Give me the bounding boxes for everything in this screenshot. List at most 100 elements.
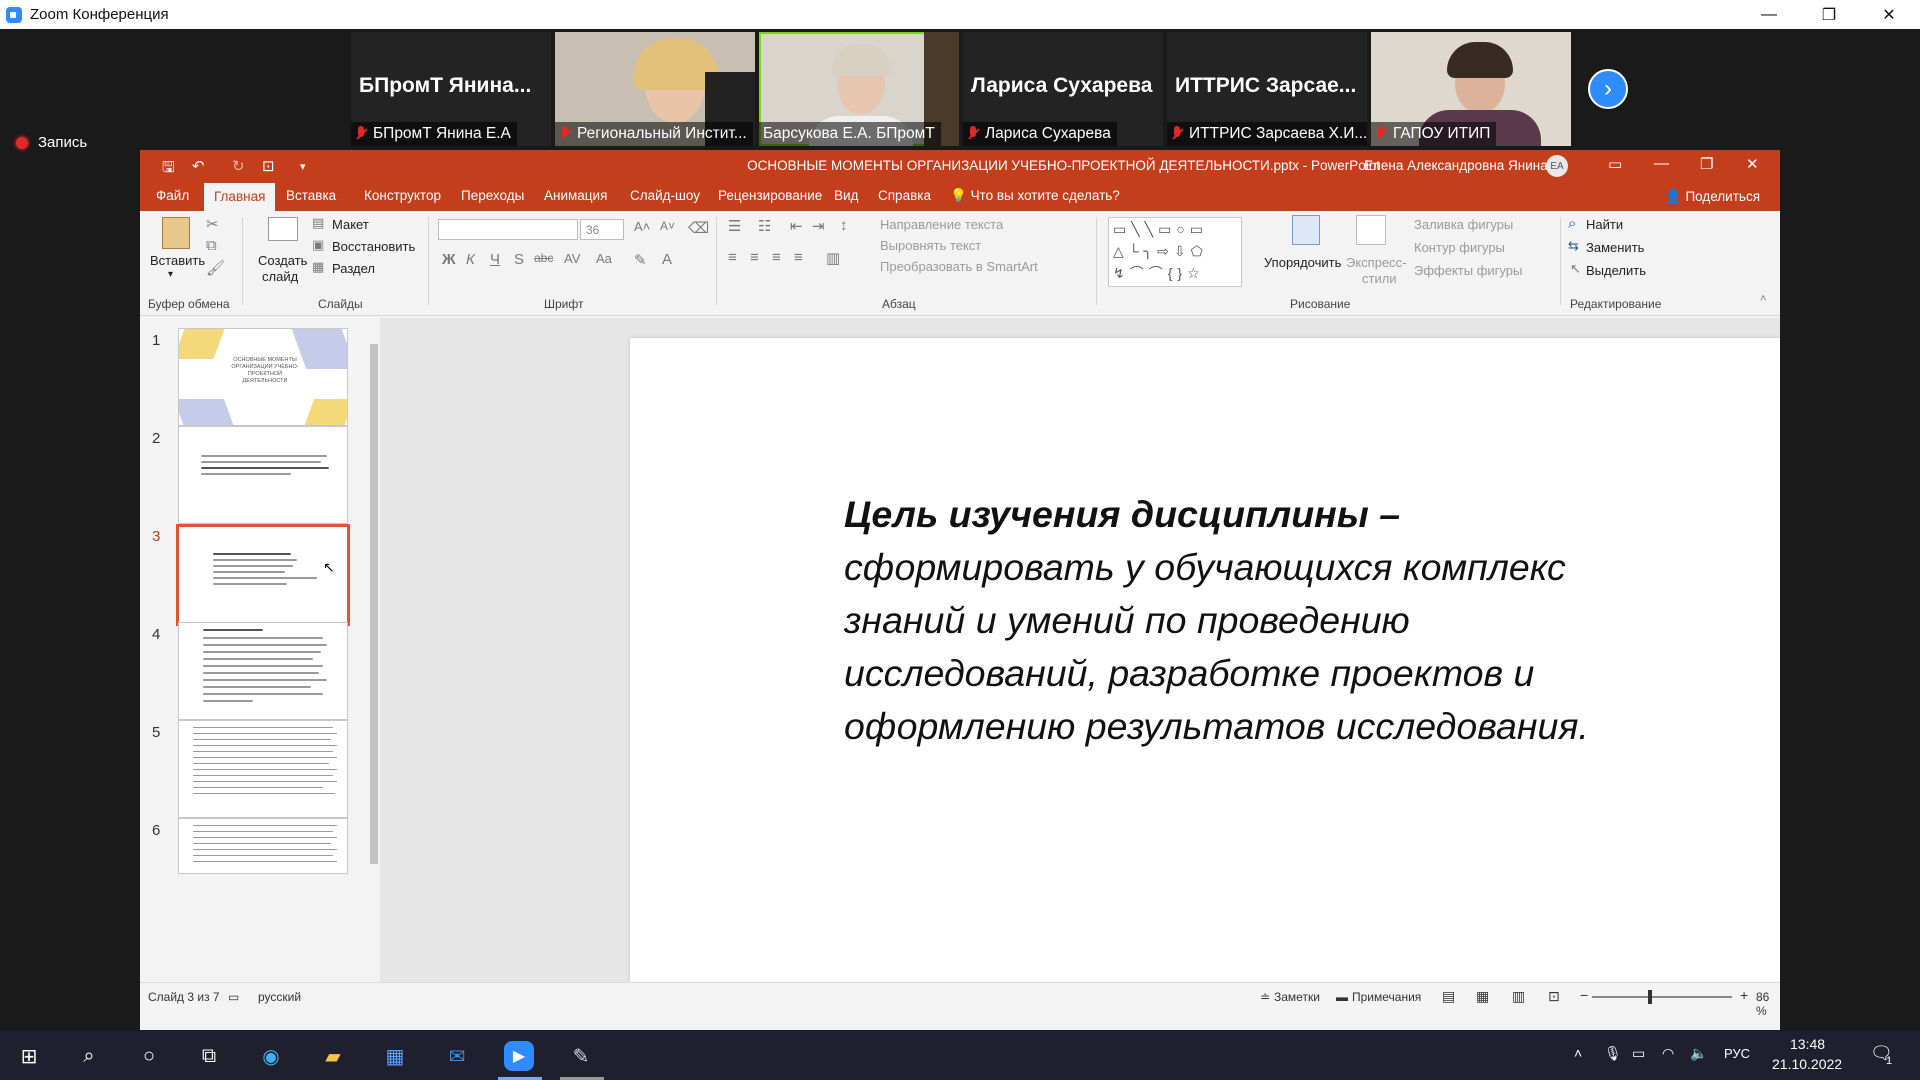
minimize-icon[interactable]: — — [1654, 155, 1669, 172]
slide-thumbnail-4[interactable] — [178, 622, 348, 720]
tell-me-search[interactable]: 💡 Что вы хотите сделать? — [940, 181, 1130, 211]
recording-indicator[interactable]: Запись — [16, 134, 87, 151]
next-participants-button[interactable]: › — [1588, 69, 1628, 109]
zoom-in-icon[interactable]: + — [1740, 987, 1748, 1003]
tab-file[interactable]: Файл — [146, 181, 199, 211]
avatar[interactable]: ЕА — [1546, 155, 1568, 177]
arrange-button[interactable]: Упорядочить — [1264, 255, 1341, 270]
normal-view-icon[interactable]: ▤ — [1442, 988, 1455, 1005]
increase-indent-icon[interactable]: ⇥ — [812, 217, 825, 235]
decrease-indent-icon[interactable]: ⇤ — [790, 217, 803, 235]
shadow-icon[interactable]: S — [514, 251, 524, 268]
slide-thumbnail-2[interactable] — [178, 426, 348, 524]
line-spacing-icon[interactable]: ↕ — [840, 217, 848, 234]
slideshow-view-icon[interactable]: ⊡ — [1548, 988, 1560, 1005]
tab-transitions[interactable]: Переходы — [451, 181, 534, 211]
reset-button[interactable]: Восстановить — [332, 239, 415, 254]
share-button[interactable]: 👤 Поделиться — [1665, 189, 1760, 205]
zoom-level[interactable]: 86 % — [1756, 990, 1780, 1018]
ppt-user-name[interactable]: Елена Александровна Янина — [1364, 158, 1548, 173]
find-button[interactable]: Найти — [1586, 217, 1623, 232]
layout-button[interactable]: Макет — [332, 217, 369, 232]
restore-icon[interactable]: ❐ — [1700, 155, 1713, 173]
shapes-gallery[interactable]: ▭╲╲▭○▭ △└╮⇨⇩⬠ ↯⌒⌒{}☆ — [1108, 217, 1242, 287]
bold-icon[interactable]: Ж — [442, 251, 456, 268]
current-slide[interactable]: Цель изучения дисциплины – сформировать у… — [630, 338, 1780, 982]
tab-animations[interactable]: Анимация — [534, 181, 617, 211]
microphone-icon[interactable]: 🎙 — [1604, 1045, 1622, 1062]
tab-design[interactable]: Конструктор — [354, 181, 451, 211]
spell-check-icon[interactable]: ▭ — [228, 990, 239, 1004]
paste-dropdown-icon[interactable]: ▾ — [168, 269, 173, 280]
select-button[interactable]: Выделить — [1586, 263, 1646, 278]
cortana-icon[interactable]: ○ — [134, 1041, 164, 1071]
tab-help[interactable]: Справка — [868, 181, 941, 211]
clear-format-icon[interactable]: ⌫ — [688, 219, 709, 237]
grow-font-icon[interactable]: A˄ — [634, 219, 650, 234]
cut-icon[interactable]: ✂ — [206, 215, 219, 233]
underline-icon[interactable]: Ч — [490, 251, 500, 268]
slide-text-box[interactable]: Цель изучения дисциплины – сформировать у… — [844, 488, 1604, 753]
input-language[interactable]: РУС — [1724, 1046, 1750, 1061]
edge-browser-icon[interactable]: ◉ — [256, 1041, 286, 1071]
italic-icon[interactable]: К — [466, 251, 475, 268]
slide-thumbnail-3-selected[interactable]: ↖ — [176, 524, 350, 626]
slide-thumbnail-1[interactable]: ОСНОВНЫЕ МОМЕНТЫ ОРГАНИЗАЦИИ УЧЕБНО-ПРОЕ… — [178, 328, 348, 426]
tab-home[interactable]: Главная — [204, 183, 276, 211]
battery-icon[interactable]: ▭ — [1632, 1045, 1645, 1062]
section-button[interactable]: Раздел — [332, 261, 375, 276]
justify-icon[interactable]: ≡ — [794, 249, 803, 266]
file-explorer-icon[interactable]: ▰ — [318, 1041, 348, 1071]
paste-button[interactable]: Вставить — [150, 253, 205, 268]
paint-app-icon[interactable]: ✎ — [566, 1041, 596, 1071]
new-slide-button[interactable]: Создать — [258, 253, 307, 268]
smartart-button[interactable]: Преобразовать в SmartArt — [880, 259, 1038, 274]
volume-icon[interactable]: 🔈 — [1690, 1045, 1707, 1062]
tab-view[interactable]: Вид — [824, 181, 868, 211]
replace-button[interactable]: Заменить — [1586, 240, 1644, 255]
tab-review[interactable]: Рецензирование — [708, 181, 832, 211]
participant-tile[interactable]: БПромТ Янина... БПромТ Янина Е.А — [351, 32, 551, 146]
language-indicator[interactable]: русский — [258, 990, 301, 1004]
shrink-font-icon[interactable]: A˅ — [660, 219, 675, 233]
slide-thumbnail-5[interactable] — [178, 720, 348, 818]
font-name-input[interactable] — [438, 219, 578, 240]
zoom-app-icon[interactable]: ▶ — [504, 1041, 534, 1071]
clock-time[interactable]: 13:48 — [1790, 1036, 1825, 1052]
collapse-ribbon-icon[interactable]: ˄ — [1760, 293, 1766, 305]
zoom-slider[interactable] — [1592, 990, 1732, 1004]
close-icon[interactable]: ✕ — [1866, 0, 1912, 29]
font-color-icon[interactable]: A — [662, 251, 672, 268]
copy-icon[interactable]: ⧉ — [206, 237, 217, 254]
participant-tile[interactable]: Региональный Инстит... — [555, 32, 755, 146]
clock-date[interactable]: 21.10.2022 — [1772, 1056, 1842, 1072]
numbering-icon[interactable]: ☷ — [758, 217, 771, 235]
slide-thumbnail-6[interactable] — [178, 818, 348, 874]
shape-fill-button[interactable]: Заливка фигуры — [1414, 217, 1513, 232]
text-direction-button[interactable]: Направление текста — [880, 217, 1003, 232]
participant-tile[interactable]: ГАПОУ ИТИП — [1371, 32, 1571, 146]
align-text-button[interactable]: Выровнять текст — [880, 238, 981, 253]
shape-outline-button[interactable]: Контур фигуры — [1414, 240, 1505, 255]
close-icon[interactable]: ✕ — [1746, 155, 1759, 173]
participant-tile[interactable]: ИТТРИС Зарсае... ИТТРИС Зарсаева Х.И... — [1167, 32, 1367, 146]
windows-start-icon[interactable]: ⊞ — [14, 1041, 44, 1071]
wifi-icon[interactable]: ◠ — [1662, 1045, 1674, 1062]
search-icon[interactable]: ⌕ — [74, 1041, 104, 1071]
change-case-icon[interactable]: Aa — [596, 251, 612, 266]
quick-styles-button-2[interactable]: стили — [1362, 271, 1397, 286]
tray-chevron-icon[interactable]: ˄ — [1574, 1045, 1582, 1061]
task-view-icon[interactable]: ⧉ — [194, 1041, 224, 1071]
slide-sorter-icon[interactable]: ▦ — [1476, 988, 1489, 1005]
align-left-icon[interactable]: ≡ — [728, 249, 737, 266]
format-painter-icon[interactable]: 🖌 — [206, 259, 225, 277]
tab-insert[interactable]: Вставка — [276, 181, 346, 211]
new-slide-button-2[interactable]: слайд — [262, 269, 298, 284]
restore-icon[interactable]: ❐ — [1806, 0, 1852, 29]
participant-tile-active[interactable]: Барсукова Е.А. БПромТ — [759, 32, 959, 146]
zoom-out-icon[interactable]: − — [1580, 987, 1588, 1003]
shape-effects-button[interactable]: Эффекты фигуры — [1414, 263, 1522, 278]
font-size-input[interactable]: 36 — [580, 219, 624, 240]
quick-styles-button[interactable]: Экспресс- — [1346, 255, 1407, 270]
notes-button[interactable]: Заметки — [1274, 990, 1320, 1004]
